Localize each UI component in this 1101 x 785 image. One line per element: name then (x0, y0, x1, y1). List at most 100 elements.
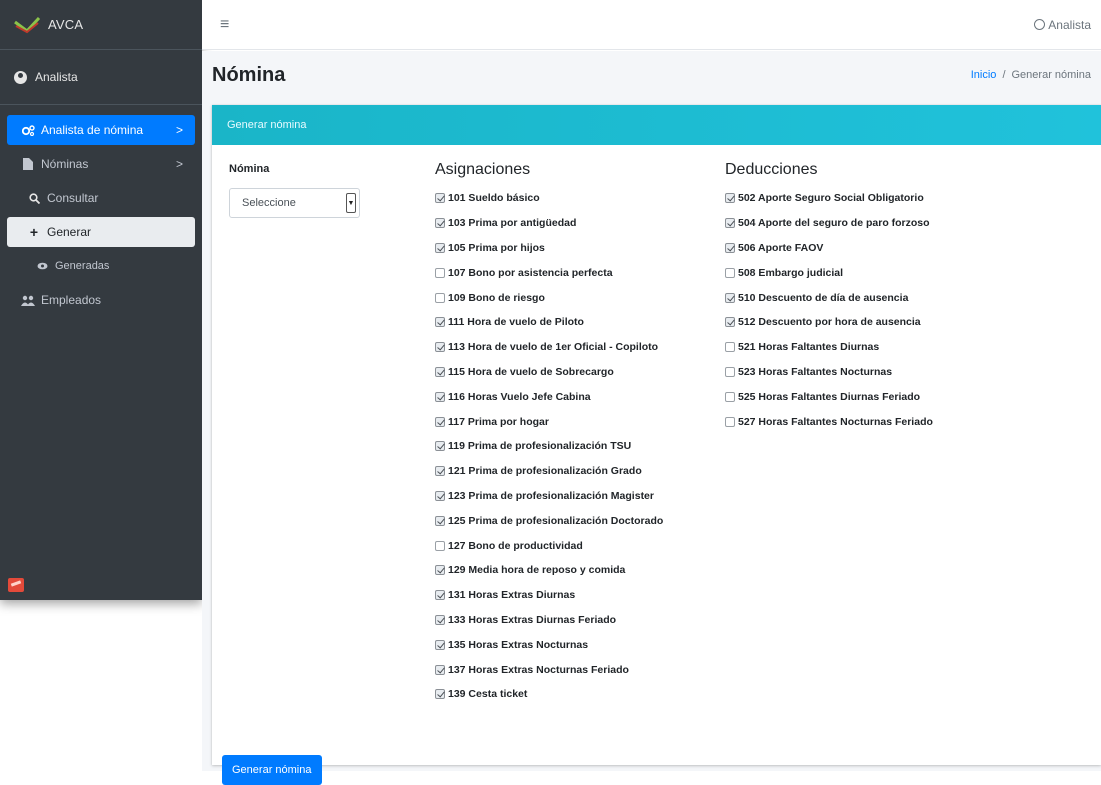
nomina-select-value: Seleccione (242, 197, 296, 209)
checkbox-label: 127 Bono de productividad (448, 540, 583, 552)
checkbox-unchecked[interactable] (725, 268, 735, 278)
checkbox-row[interactable]: 127 Bono de productividad (435, 533, 663, 558)
checkbox-label: 510 Descuento de día de ausencia (738, 292, 908, 304)
checkbox-checked[interactable] (435, 417, 445, 427)
checkbox-row[interactable]: 101 Sueldo básico (435, 186, 663, 211)
sidebar-user-panel[interactable]: Analista (0, 50, 202, 105)
checkbox-checked[interactable] (435, 392, 445, 402)
main-sidebar: AVCA Analista Analista de nómina > Nómin… (0, 0, 202, 600)
checkbox-checked[interactable] (725, 317, 735, 327)
checkbox-checked[interactable] (435, 491, 445, 501)
checkbox-row[interactable]: 521 Horas Faltantes Diurnas (725, 335, 933, 360)
top-user-menu[interactable]: Analista (1034, 18, 1091, 32)
brand-link[interactable]: AVCA (0, 0, 202, 50)
checkbox-row[interactable]: 117 Prima por hogar (435, 409, 663, 434)
asignaciones-title: Asignaciones (435, 161, 530, 179)
checkbox-row[interactable]: 135 Horas Extras Nocturnas (435, 632, 663, 657)
sidebar-item-generadas[interactable]: Generadas (7, 251, 195, 281)
deducciones-title: Deducciones (725, 161, 818, 179)
checkbox-row[interactable]: 139 Cesta ticket (435, 682, 663, 707)
checkbox-checked[interactable] (435, 441, 445, 451)
checkbox-checked[interactable] (435, 590, 445, 600)
chevron-down-icon: ▼ (346, 193, 356, 213)
users-icon (21, 295, 35, 306)
checkbox-label: 101 Sueldo básico (448, 192, 540, 204)
checkbox-row[interactable]: 125 Prima de profesionalización Doctorad… (435, 508, 663, 533)
checkbox-row[interactable]: 116 Horas Vuelo Jefe Cabina (435, 384, 663, 409)
checkbox-unchecked[interactable] (435, 541, 445, 551)
checkbox-checked[interactable] (725, 193, 735, 203)
checkbox-row[interactable]: 113 Hora de vuelo de 1er Oficial - Copil… (435, 335, 663, 360)
generar-nomina-button[interactable]: Generar nómina (222, 755, 322, 785)
sidebar-item-consultar[interactable]: Consultar (7, 183, 195, 213)
checkbox-row[interactable]: 105 Prima por hijos (435, 236, 663, 261)
checkbox-checked[interactable] (435, 367, 445, 377)
checkbox-row[interactable]: 133 Horas Extras Diurnas Feriado (435, 608, 663, 633)
checkbox-unchecked[interactable] (725, 342, 735, 352)
breadcrumb-current: Generar nómina (1012, 69, 1092, 81)
checkbox-row[interactable]: 502 Aporte Seguro Social Obligatorio (725, 186, 933, 211)
checkbox-row[interactable]: 523 Horas Faltantes Nocturnas (725, 360, 933, 385)
checkbox-label: 107 Bono por asistencia perfecta (448, 267, 613, 279)
checkbox-row[interactable]: 512 Descuento por hora de ausencia (725, 310, 933, 335)
sidebar-item-nominas[interactable]: Nóminas > (7, 149, 195, 179)
checkbox-checked[interactable] (435, 317, 445, 327)
breadcrumb-home-link[interactable]: Inicio (971, 69, 997, 81)
sidebar-item-label: Nóminas (41, 157, 88, 171)
checkbox-label: 133 Horas Extras Diurnas Feriado (448, 614, 616, 626)
checkbox-row[interactable]: 129 Media hora de reposo y comida (435, 558, 663, 583)
checkbox-unchecked[interactable] (725, 417, 735, 427)
checkbox-label: 525 Horas Faltantes Diurnas Feriado (738, 391, 920, 403)
checkbox-row[interactable]: 103 Prima por antigüedad (435, 211, 663, 236)
checkbox-checked[interactable] (435, 665, 445, 675)
sidebar-item-analista-nomina[interactable]: Analista de nómina > (7, 115, 195, 145)
checkbox-checked[interactable] (435, 516, 445, 526)
checkbox-label: 506 Aporte FAOV (738, 242, 823, 254)
checkbox-checked[interactable] (435, 342, 445, 352)
search-icon (27, 193, 41, 204)
checkbox-row[interactable]: 525 Horas Faltantes Diurnas Feriado (725, 384, 933, 409)
checkbox-row[interactable]: 121 Prima de profesionalización Grado (435, 459, 663, 484)
checkbox-checked[interactable] (725, 243, 735, 253)
checkbox-row[interactable]: 107 Bono por asistencia perfecta (435, 260, 663, 285)
checkbox-row[interactable]: 504 Aporte del seguro de paro forzoso (725, 211, 933, 236)
checkbox-row[interactable]: 137 Horas Extras Nocturnas Feriado (435, 657, 663, 682)
checkbox-checked[interactable] (725, 293, 735, 303)
checkbox-row[interactable]: 109 Bono de riesgo (435, 285, 663, 310)
checkbox-label: 129 Media hora de reposo y comida (448, 564, 625, 576)
checkbox-row[interactable]: 111 Hora de vuelo de Piloto (435, 310, 663, 335)
generar-nomina-card: Generar nómina Nómina Seleccione ▼ Asign… (212, 105, 1101, 765)
checkbox-row[interactable]: 123 Prima de profesionalización Magister (435, 484, 663, 509)
plugin-icon[interactable] (8, 578, 24, 592)
checkbox-row[interactable]: 506 Aporte FAOV (725, 236, 933, 261)
checkbox-checked[interactable] (435, 193, 445, 203)
breadcrumb: Inicio / Generar nómina (971, 69, 1091, 81)
nomina-select[interactable]: Seleccione ▼ (229, 188, 360, 218)
checkbox-row[interactable]: 119 Prima de profesionalización TSU (435, 434, 663, 459)
sidebar-item-generar[interactable]: + Generar (7, 217, 195, 247)
checkbox-row[interactable]: 131 Horas Extras Diurnas (435, 583, 663, 608)
checkbox-checked[interactable] (435, 615, 445, 625)
checkbox-label: 137 Horas Extras Nocturnas Feriado (448, 664, 629, 676)
checkbox-checked[interactable] (435, 243, 445, 253)
checkbox-checked[interactable] (435, 565, 445, 575)
checkbox-checked[interactable] (435, 466, 445, 476)
breadcrumb-separator: / (1002, 69, 1005, 81)
checkbox-row[interactable]: 115 Hora de vuelo de Sobrecargo (435, 360, 663, 385)
gears-icon (21, 125, 35, 136)
checkbox-row[interactable]: 508 Embargo judicial (725, 260, 933, 285)
checkbox-checked[interactable] (435, 218, 445, 228)
checkbox-unchecked[interactable] (725, 392, 735, 402)
checkbox-checked[interactable] (435, 640, 445, 650)
deducciones-list: 502 Aporte Seguro Social Obligatorio504 … (725, 186, 933, 434)
checkbox-row[interactable]: 527 Horas Faltantes Nocturnas Feriado (725, 409, 933, 434)
checkbox-unchecked[interactable] (725, 367, 735, 377)
checkbox-checked[interactable] (725, 218, 735, 228)
checkbox-unchecked[interactable] (435, 268, 445, 278)
sidebar-item-empleados[interactable]: Empleados (7, 285, 195, 315)
checkbox-unchecked[interactable] (435, 293, 445, 303)
checkbox-row[interactable]: 510 Descuento de día de ausencia (725, 285, 933, 310)
hamburger-icon[interactable]: ≡ (220, 16, 229, 34)
checkbox-checked[interactable] (435, 689, 445, 699)
content-wrapper: Nómina Inicio/Generar nómina Generar nóm… (202, 51, 1101, 771)
